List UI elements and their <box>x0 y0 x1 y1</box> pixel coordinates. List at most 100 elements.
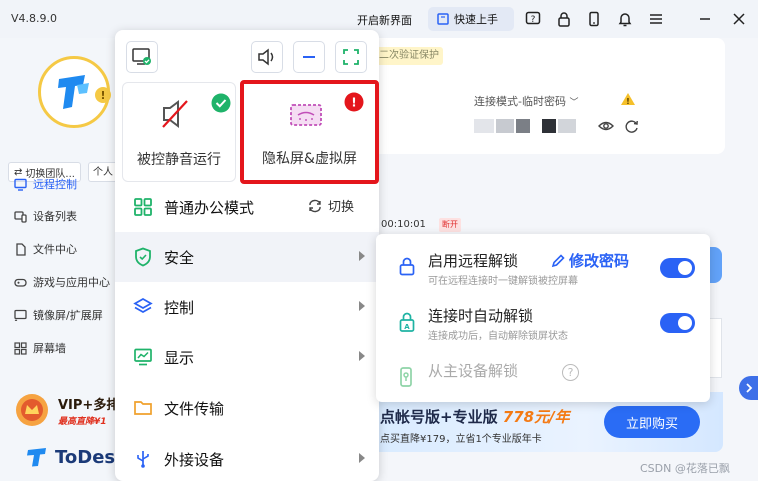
sidebar-item-label: 文件中心 <box>33 243 77 256</box>
close-icon[interactable] <box>729 9 749 29</box>
verify-tag: 二次验证保护 <box>375 47 443 65</box>
chevron-down-icon: ﹀ <box>569 98 579 108</box>
phone-icon[interactable] <box>584 9 604 29</box>
todesk-small-logo-icon <box>27 448 46 467</box>
lock-icon[interactable] <box>554 9 574 29</box>
auto-unlock-row: A 连接时自动解锁 连接成功后，自动解除锁屏状态 <box>376 299 710 343</box>
volume-button[interactable] <box>251 41 283 73</box>
gamepad-icon <box>14 278 27 287</box>
layers-icon <box>133 298 153 313</box>
lock-icon <box>399 257 415 276</box>
warning-icon[interactable]: ! <box>620 92 636 106</box>
sidebar-item-device-list[interactable]: 设备列表 <box>14 206 77 226</box>
menu-item-file-transfer[interactable]: 文件传输 <box>115 383 379 433</box>
submenu-arrow-icon <box>359 351 365 361</box>
screen-status-button[interactable] <box>126 41 158 73</box>
remote-unlock-title: 启用远程解锁 <box>428 252 519 270</box>
alert-badge-icon: ! <box>344 92 364 112</box>
connection-mode-select[interactable]: 连接模式-临时密码 ﹀ <box>474 93 578 109</box>
chevron-right-icon <box>746 383 753 393</box>
minus-icon <box>303 56 315 58</box>
refresh-icon[interactable] <box>624 119 639 134</box>
buy-now-button[interactable]: 立即购买 <box>604 406 700 438</box>
svg-text:!: ! <box>626 97 630 106</box>
vip-title: VIP+多排 <box>58 398 120 413</box>
sidebar-item-screen-wall[interactable]: 屏幕墙 <box>14 338 66 358</box>
submenu-arrow-icon <box>359 251 365 261</box>
devices-icon <box>14 210 27 223</box>
svg-text:A: A <box>404 323 410 331</box>
monitor-chart-icon <box>134 348 152 366</box>
privacy-virtual-screen-label: 隐私屏&虚拟屏 <box>262 151 357 167</box>
privacy-screen-icon <box>290 104 322 126</box>
pencil-icon <box>551 253 565 267</box>
eye-icon[interactable] <box>598 119 614 133</box>
edit-password-link[interactable]: 修改密码 <box>550 250 629 271</box>
check-badge-icon <box>211 93 231 113</box>
menu-item-control[interactable]: 控制 <box>115 282 379 332</box>
menu-item-label: 文件传输 <box>164 400 225 418</box>
submenu-arrow-icon <box>359 453 365 463</box>
warning-badge-icon: ! <box>95 87 111 103</box>
menu-icon[interactable] <box>646 9 666 29</box>
mode-switch-button[interactable]: 切换 <box>307 196 354 215</box>
title-bar: V4.8.9.0 开启新界面 快速上手 ? <box>0 0 758 38</box>
remote-toolbar-menu: 被控静音运行 ! 隐私屏&虚拟屏 普通办公模式 切换 安全 控制 显示 文件传输… <box>115 30 379 481</box>
privacy-virtual-screen-card[interactable]: ! 隐私屏&虚拟屏 <box>240 80 379 184</box>
sidebar-item-label: 屏幕墙 <box>33 342 66 355</box>
auto-unlock-title: 连接时自动解锁 <box>428 307 534 325</box>
office-mode-label: 普通办公模式 <box>164 199 255 217</box>
promo-title: 点帐号版+专业版 778元/年 <box>380 408 570 426</box>
auto-unlock-icon: A <box>399 312 415 332</box>
promo-price: 778元/年 <box>502 408 570 426</box>
folder-icon <box>134 401 152 415</box>
vip-promo-banner[interactable]: VIP+多排 最高直降¥1 <box>10 388 119 432</box>
speaker-icon <box>258 48 274 66</box>
usb-icon <box>137 451 149 468</box>
bell-icon[interactable] <box>615 9 635 29</box>
menu-item-display[interactable]: 显示 <box>115 332 379 382</box>
file-icon <box>16 242 26 256</box>
master-unlock-row[interactable]: 从主设备解锁 ? <box>376 354 710 398</box>
connection-mode-label: 连接模式-临时密码 <box>474 95 566 108</box>
minimize-icon[interactable] <box>695 9 715 29</box>
session-timer: 00:10:01 <box>381 219 426 230</box>
master-unlock-title: 从主设备解锁 <box>428 362 519 380</box>
promo-subtitle: 点买直降¥179，立省1个专业版年卡 <box>380 434 542 445</box>
mute-run-label: 被控静音运行 <box>137 152 221 168</box>
edit-password-label: 修改密码 <box>569 252 630 270</box>
monitor-check-icon <box>132 48 151 65</box>
mute-run-card[interactable]: 被控静音运行 <box>122 82 236 182</box>
sidebar-item-label: 设备列表 <box>33 210 77 223</box>
sidebar-item-file-center[interactable]: 文件中心 <box>14 239 77 259</box>
grid-icon <box>14 341 27 355</box>
sidebar-item-games-apps[interactable]: 游戏与应用中心 <box>14 272 110 292</box>
brand-logo: ToDesk <box>26 446 127 468</box>
minimize-toolbar-button[interactable] <box>293 41 325 73</box>
auto-unlock-toggle[interactable] <box>660 313 695 333</box>
disconnect-tag[interactable]: 断开 <box>439 218 461 232</box>
security-submenu: 启用远程解锁 修改密码 可在远程连接时一键解锁被控屏幕 A 连接时自动解锁 连接… <box>376 234 710 402</box>
expand-arrow-button[interactable] <box>739 376 758 400</box>
menu-item-external-device[interactable]: 外接设备 <box>115 434 379 481</box>
open-new-ui-link[interactable]: 开启新界面 <box>357 12 412 28</box>
sidebar: ! ⇄ 切换团队... 个人 远程控制 设备列表 文件中心 游戏与应用中心 镜像… <box>0 38 127 481</box>
feedback-icon[interactable]: ? <box>523 9 543 29</box>
help-icon[interactable]: ? <box>562 364 579 381</box>
quick-start-button[interactable]: 快速上手 <box>428 7 514 31</box>
submenu-arrow-icon <box>359 301 365 311</box>
sidebar-item-remote-control[interactable]: 远程控制 <box>14 174 77 194</box>
svg-text:!: ! <box>351 96 356 110</box>
mute-speaker-icon <box>162 100 188 128</box>
menu-item-label: 控制 <box>164 299 195 317</box>
sidebar-item-mirror-screen[interactable]: 镜像屏/扩展屏 <box>14 305 103 325</box>
svg-text:?: ? <box>531 15 536 25</box>
cast-icon <box>14 309 27 321</box>
menu-item-security[interactable]: 安全 <box>115 232 379 282</box>
remote-unlock-toggle[interactable] <box>660 258 695 278</box>
fullscreen-button[interactable] <box>335 41 367 73</box>
menu-item-office-mode[interactable]: 普通办公模式 切换 <box>115 182 379 232</box>
remote-unlock-desc: 可在远程连接时一键解锁被控屏幕 <box>428 276 578 287</box>
svg-text:!: ! <box>100 89 105 102</box>
personal-button[interactable]: 个人 <box>88 162 118 182</box>
